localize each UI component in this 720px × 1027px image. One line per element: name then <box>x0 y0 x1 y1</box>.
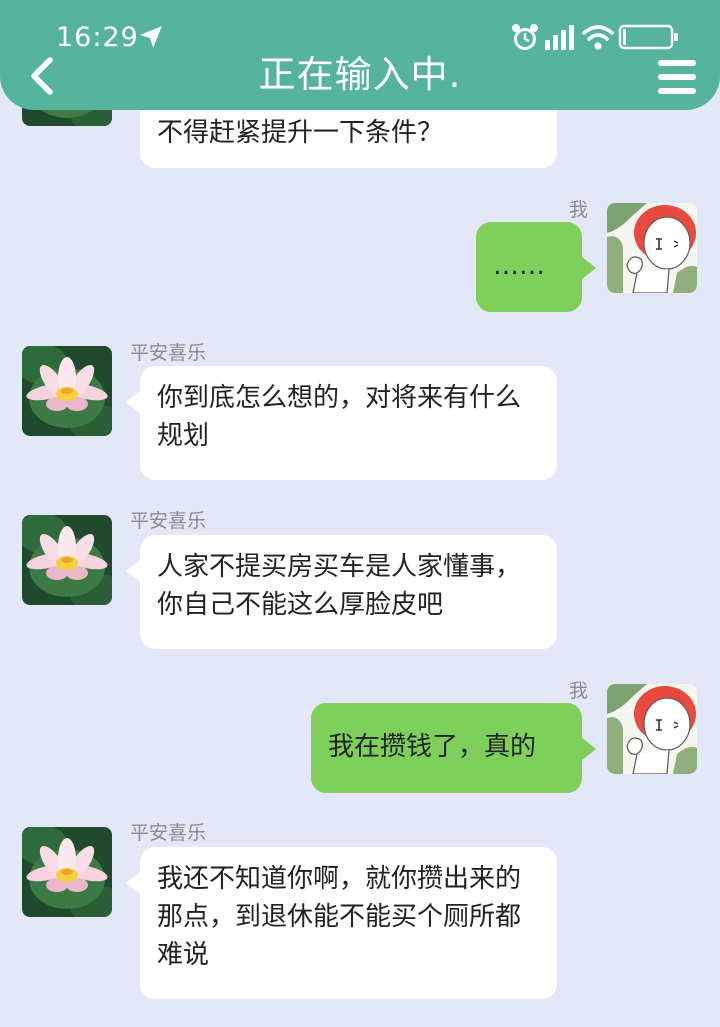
signal-icon <box>545 25 574 50</box>
sender-name: 平安喜乐 <box>130 510 207 532</box>
menu-line <box>658 60 696 66</box>
chat-screen: 16:29 正在输入中. 不得赶紧提升一下条件？ 我 …… 平安喜乐 你到底怎么… <box>0 0 720 1027</box>
message-bubble[interactable]: 我还不知道你啊，就你攒出来的那点，到退休能不能买个厕所都难说 <box>126 847 557 999</box>
message-bubble[interactable]: 人家不提买房买车是人家懂事，你自己不能这么厚脸皮吧 <box>126 535 557 649</box>
menu-line <box>658 74 696 80</box>
menu-button[interactable] <box>658 58 698 96</box>
sender-name: 我 <box>569 199 589 221</box>
avatar-lotus[interactable] <box>22 515 112 605</box>
avatar-lotus[interactable] <box>22 346 112 436</box>
menu-line <box>658 88 696 94</box>
sender-name: 平安喜乐 <box>130 342 207 364</box>
avatar-lotus[interactable] <box>22 827 112 917</box>
message-bubble[interactable]: 你到底怎么想的，对将来有什么规划 <box>126 366 557 480</box>
battery-icon <box>618 24 678 50</box>
message-bubble[interactable]: 我在攒钱了，真的 <box>311 703 596 793</box>
status-icons <box>510 22 680 52</box>
location-arrow-icon <box>140 26 162 48</box>
wifi-icon <box>582 25 614 50</box>
sender-name: 平安喜乐 <box>130 822 207 844</box>
chat-title: 正在输入中. <box>258 53 462 96</box>
avatar-me[interactable] <box>607 684 697 774</box>
sender-name: 我 <box>569 680 589 702</box>
message-bubble[interactable]: …… <box>476 222 596 312</box>
avatar-me[interactable] <box>607 203 697 293</box>
alarm-icon <box>512 24 538 50</box>
app-header: 16:29 正在输入中. <box>0 0 720 110</box>
